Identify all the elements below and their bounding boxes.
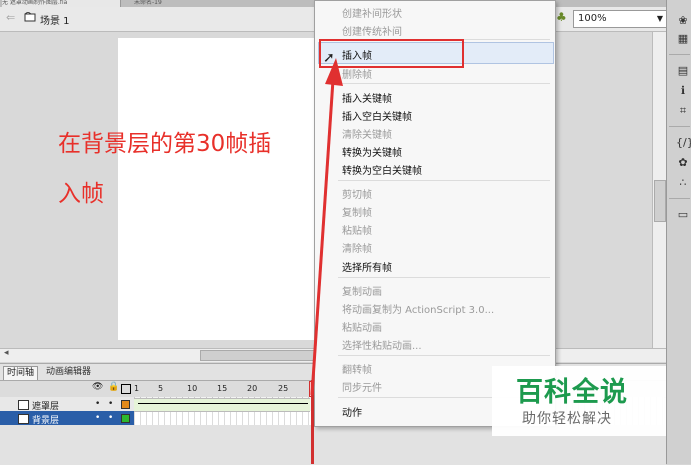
menu-item-actions[interactable]: 动作	[342, 404, 362, 419]
watermark-title: 百科全说	[516, 377, 628, 408]
menu-item-reverse-frames[interactable]: 翻转帧	[342, 361, 372, 376]
align-icon[interactable]: ▤	[676, 64, 690, 78]
frame-tick: 20	[247, 384, 258, 393]
layer-visible-dot[interactable]: •	[95, 413, 100, 423]
mouse-cursor-icon: ➚	[323, 50, 335, 66]
eye-icon[interactable]: 👁	[92, 382, 103, 392]
menu-item-insert-blank-keyframe[interactable]: 插入空白关键帧	[342, 108, 412, 123]
tab-motion-editor[interactable]: 动画编辑器	[43, 366, 94, 379]
document-tab[interactable]: 无 遮罩动画制作图层.fla	[2, 0, 121, 7]
scroll-left-icon[interactable]: ◂	[4, 348, 9, 358]
watermark-subtitle: 助你轻松解决	[522, 411, 612, 427]
frame-tick: 15	[217, 384, 228, 393]
zoom-icon[interactable]: ♣	[556, 10, 567, 24]
menu-item-paste-motion-special[interactable]: 选择性粘贴动画...	[342, 337, 422, 352]
mask-layer-tween[interactable]	[134, 398, 310, 412]
chevron-down-icon: ▼	[656, 14, 663, 23]
tab-timeline[interactable]: 时间轴	[3, 366, 39, 380]
transform-icon[interactable]: ⌗	[676, 104, 690, 118]
panel-divider	[669, 198, 690, 199]
layer-color-background[interactable]	[121, 414, 130, 423]
panel-divider	[669, 126, 690, 127]
zoom-select[interactable]: 100% ▼	[573, 10, 667, 28]
layer-name-mask[interactable]: 遮罩层	[32, 399, 59, 412]
scene-icon	[24, 12, 36, 22]
layer-color-mask[interactable]	[121, 400, 130, 409]
layer-visible-dot[interactable]: •	[95, 399, 100, 409]
code-icon[interactable]: {/}	[676, 136, 691, 150]
annotation-text-line1: 在背景层的第30帧插	[58, 131, 272, 157]
panel-divider	[669, 54, 690, 55]
layer-name-background[interactable]: 背景层	[32, 413, 59, 426]
menu-item-paste-motion[interactable]: 粘贴动画	[342, 319, 382, 334]
scene-label[interactable]: 场景 1	[40, 12, 70, 27]
layer-lock-dot[interactable]: •	[108, 413, 113, 423]
menu-item-cut-frames[interactable]: 剪切帧	[342, 186, 372, 201]
frame-tick: 5	[158, 384, 164, 393]
layer-background-icon	[18, 414, 29, 424]
vertical-scroll-thumb[interactable]	[654, 180, 666, 222]
menu-separator	[338, 180, 550, 181]
back-arrow-icon[interactable]: ⇐	[6, 11, 15, 24]
components-icon[interactable]: ✿	[676, 156, 690, 170]
frame-tick: 1	[134, 384, 140, 393]
zoom-value: 100%	[578, 13, 607, 24]
menu-item-convert-to-keyframes[interactable]: 转换为关键帧	[342, 144, 402, 159]
layer-lock-dot[interactable]: •	[108, 399, 113, 409]
menu-item-copy-motion-as-actionscript[interactable]: 将动画复制为 ActionScript 3.0...	[342, 301, 494, 316]
menu-item-copy-frames[interactable]: 复制帧	[342, 204, 372, 219]
menu-item-copy-motion[interactable]: 复制动画	[342, 283, 382, 298]
library-icon[interactable]: ▭	[676, 208, 690, 222]
outline-icon[interactable]	[121, 384, 131, 394]
motion-presets-icon[interactable]: ∴	[676, 176, 690, 190]
stage-canvas[interactable]	[118, 38, 318, 340]
highlight-box	[319, 39, 464, 68]
info-icon[interactable]: ℹ	[676, 84, 690, 98]
menu-item-insert-keyframe[interactable]: 插入关键帧	[342, 90, 392, 105]
menu-item-select-all-frames[interactable]: 选择所有帧	[342, 259, 392, 274]
tween-arrow	[138, 403, 308, 404]
menu-item-delete-frames[interactable]: 删除帧	[342, 66, 372, 81]
annotation-text-line2: 入帧	[58, 181, 104, 207]
frame-tick: 25	[278, 384, 289, 393]
color-icon[interactable]: ❀	[676, 14, 690, 28]
menu-item-clear-keyframe[interactable]: 清除关键帧	[342, 126, 392, 141]
menu-item-synchronize-symbols[interactable]: 同步元件	[342, 379, 382, 394]
menu-item-paste-frames[interactable]: 粘贴帧	[342, 222, 372, 237]
document-tab-2[interactable]: 未命名-19	[134, 0, 194, 7]
lock-icon[interactable]: 🔒	[108, 382, 119, 392]
menu-separator	[338, 83, 550, 84]
swatches-icon[interactable]: ▦	[676, 32, 690, 46]
right-tool-panel: ❀ ▦ ▤ ℹ ⌗ {/} ✿ ∴ ▭	[666, 0, 691, 464]
menu-item-create-classic-tween[interactable]: 创建传统补间	[342, 23, 402, 38]
menu-item-create-shape-tween[interactable]: 创建补间形状	[342, 5, 402, 20]
background-layer-frames[interactable]	[134, 411, 312, 425]
menu-separator	[338, 277, 550, 278]
frame-tick: 10	[187, 384, 198, 393]
menu-separator	[338, 355, 550, 356]
menu-item-clear-frames[interactable]: 清除帧	[342, 240, 372, 255]
menu-item-convert-to-blank-keyframes[interactable]: 转换为空白关键帧	[342, 162, 422, 177]
layer-mask-icon	[18, 400, 29, 410]
